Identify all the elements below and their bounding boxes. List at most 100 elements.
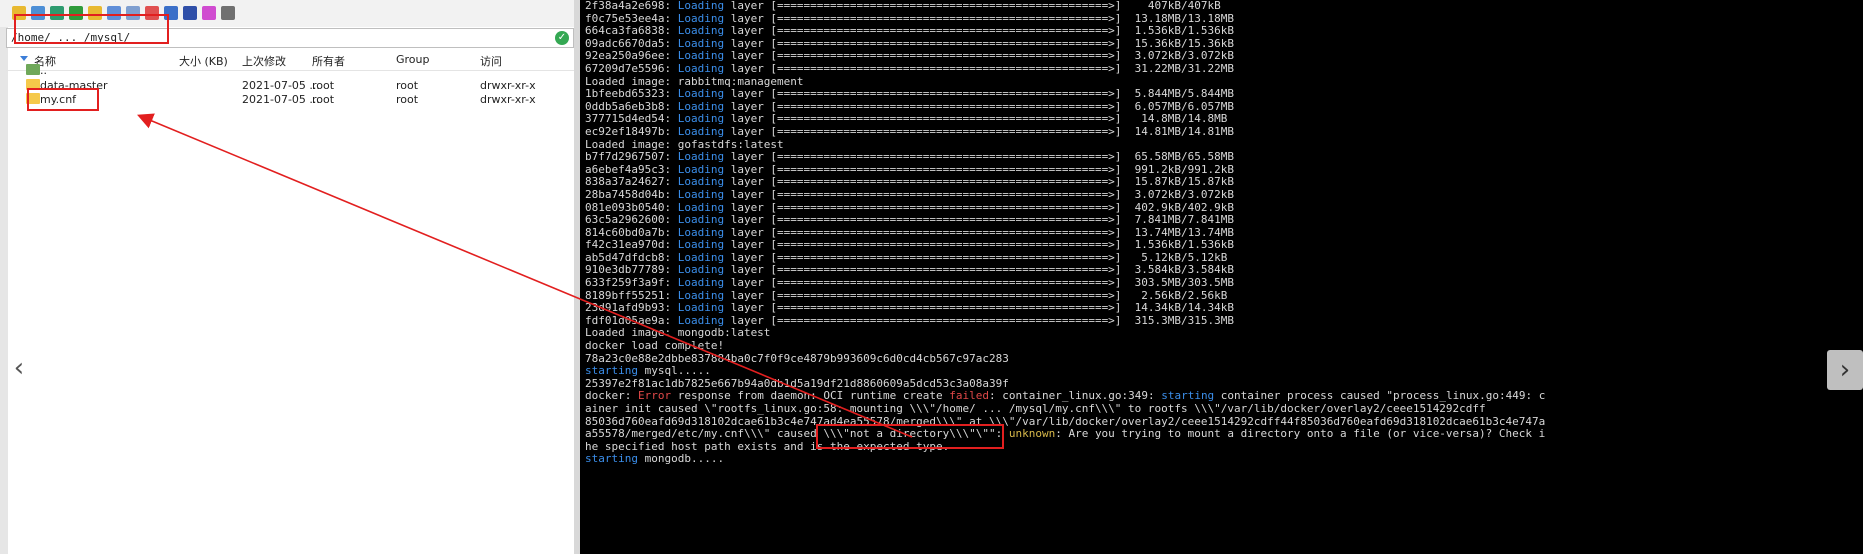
terminal-text: layer [=================================… xyxy=(724,112,1228,126)
terminal-line: he specified host path exists and is the… xyxy=(585,439,1545,454)
terminal-text: layer [=================================… xyxy=(724,187,1235,201)
terminal-text: response from daemon: OCI runtime create xyxy=(671,389,950,403)
folder-icon xyxy=(26,78,40,90)
terminal-text: 8189bff55251: xyxy=(585,288,678,302)
terminal-text: ec92ef18497b: xyxy=(585,124,678,138)
terminal-text: f0c75e53ee4a: xyxy=(585,11,678,25)
terminal-text: unknown xyxy=(1008,427,1056,441)
terminal-text: layer [=================================… xyxy=(724,250,1228,264)
terminal-text: 2f38a4a2e698: xyxy=(585,0,678,12)
terminal-text: Loading xyxy=(677,150,725,164)
terminal-text: starting xyxy=(585,364,638,378)
file-row[interactable]: my.cnf 2021-07-05 ... root root drwxr-xr-x xyxy=(6,92,574,107)
terminal-text: layer [=================================… xyxy=(724,11,1235,25)
file-name: my.cnf xyxy=(40,93,77,106)
new-file-icon[interactable] xyxy=(107,6,121,20)
terminal-text: layer [=================================… xyxy=(724,87,1235,101)
file-group: root xyxy=(396,93,419,106)
next-image-button[interactable]: › xyxy=(1827,350,1863,390)
terminal-text: Loaded image: gofastdfs:latest xyxy=(585,137,784,151)
file-group: root xyxy=(396,78,419,92)
terminal-text: 377715d4ed54: xyxy=(585,112,678,126)
terminal-text: Loading xyxy=(677,124,725,138)
rename-icon[interactable] xyxy=(164,6,178,20)
file-row[interactable]: data-master 2021-07-05 ... root root drwxr-x… xyxy=(6,78,574,93)
terminal-text: Loading xyxy=(677,250,725,264)
terminal-output: 2f38a4a2e698: Loading layer [===========… xyxy=(585,0,1545,466)
terminal-text: layer [=================================… xyxy=(724,150,1235,164)
file-row[interactable]: .. xyxy=(6,63,574,78)
terminal-text: Loading xyxy=(677,11,725,25)
terminal-text: Loading xyxy=(677,263,725,277)
terminal-text: 78a23c0e88e2dbbe837884ba0c7f0f9ce4879b99… xyxy=(585,351,1009,365)
copy-icon[interactable] xyxy=(126,6,140,20)
parent-folder-icon xyxy=(26,64,40,75)
file-modified: 2021-07-05 ... xyxy=(242,93,320,106)
terminal-text: docker: xyxy=(585,389,638,403)
prev-image-button[interactable]: ‹ xyxy=(8,350,30,386)
terminal-text: Loaded image: rabbitmq:management xyxy=(585,74,804,88)
terminal-text: Loading xyxy=(677,0,725,12)
file-modified: 2021-07-05 ... xyxy=(242,78,320,92)
terminal-line: starting mongodb..... xyxy=(585,453,1545,466)
terminal-text: 85036d760eafd69d318102dcae61b3c4e747ad4e… xyxy=(585,414,1546,428)
terminal-panel[interactable]: 2f38a4a2e698: Loading layer [===========… xyxy=(580,0,1863,554)
terminal-text: a55578/merged/etc/my.cnf\\\" caused \\\"… xyxy=(585,427,1009,441)
terminal-text: Loading xyxy=(677,112,725,126)
terminal-text: 081e093b0540: xyxy=(585,200,678,214)
terminal-text: layer [=================================… xyxy=(724,238,1235,252)
terminal-text: 814c60bd0a7b: xyxy=(585,225,678,239)
terminal-text: : Are you trying to mount a directory on… xyxy=(1055,427,1546,441)
terminal-text: layer [=================================… xyxy=(724,162,1235,176)
new-folder-icon[interactable] xyxy=(88,6,102,20)
terminal-text: 910e3db77789: xyxy=(585,263,678,277)
terminal-text: Loading xyxy=(677,49,725,63)
edit-icon[interactable] xyxy=(202,6,216,20)
terminal-text: Loading xyxy=(677,162,725,176)
terminal-text: layer [=================================… xyxy=(724,213,1235,227)
terminal-text: a6ebef4a95c3: xyxy=(585,162,678,176)
folder-open-icon[interactable] xyxy=(12,6,26,20)
terminal-text: Loading xyxy=(677,36,725,50)
terminal-text: 67209d7e5596: xyxy=(585,61,678,75)
path-ok-icon[interactable]: ✓ xyxy=(555,31,569,45)
terminal-text: Loading xyxy=(677,301,725,315)
terminal-line: 78a23c0e88e2dbbe837884ba0c7f0f9ce4879b99… xyxy=(585,351,1545,366)
terminal-text: 633f259f3a9f: xyxy=(585,276,678,290)
terminal-text: layer [=================================… xyxy=(724,124,1235,138)
terminal-text: Loading xyxy=(677,87,725,101)
terminal-text: Loading xyxy=(677,175,725,189)
terminal-icon[interactable] xyxy=(221,6,235,20)
terminal-text: Loading xyxy=(677,276,725,290)
upload-icon[interactable] xyxy=(50,6,64,20)
terminal-text: 838a37a24627: xyxy=(585,175,678,189)
terminal-text: container process caused "process_linux.… xyxy=(1214,389,1546,403)
terminal-text: 92ea250a96ee: xyxy=(585,49,678,63)
delete-icon[interactable] xyxy=(145,6,159,20)
terminal-text: layer [=================================… xyxy=(724,225,1235,239)
terminal-text: 09adc6670da5: xyxy=(585,36,678,50)
terminal-text: 63c5a2962600: xyxy=(585,213,678,227)
terminal-text: layer [=================================… xyxy=(724,276,1235,290)
terminal-text: Loading xyxy=(677,61,725,75)
terminal-line: Loaded image: mongodb:latest xyxy=(585,327,1545,340)
terminal-text: : container_linux.go:349: xyxy=(989,389,1162,403)
terminal-text: he specified host path exists and is the… xyxy=(585,439,950,453)
terminal-text: layer [=================================… xyxy=(724,313,1235,327)
refresh-icon[interactable] xyxy=(69,6,83,20)
path-input[interactable]: /home/ ... /mysql/ ✓ xyxy=(6,28,574,48)
file-access: drwxr-xr-x xyxy=(480,93,536,106)
terminal-text: layer [=================================… xyxy=(724,99,1235,113)
terminal-text: Loading xyxy=(677,187,725,201)
file-manager-panel: /home/ ... /mysql/ ✓ 名称 大小 (KB) 上次修改 所有者… xyxy=(0,0,574,554)
terminal-text: layer [=================================… xyxy=(724,263,1235,277)
properties-icon[interactable] xyxy=(183,6,197,20)
terminal-text: layer [=================================… xyxy=(724,36,1235,50)
download-icon[interactable] xyxy=(31,6,45,20)
terminal-text: Loading xyxy=(677,288,725,302)
folder-icon xyxy=(26,93,40,104)
terminal-text: 0ddb5a6eb3b8: xyxy=(585,99,678,113)
terminal-text: 25397e2f81ac1db7825e667b94a0db1d5a19df21… xyxy=(585,376,1009,390)
terminal-text: mongodb..... xyxy=(637,452,725,466)
terminal-text: docker load complete! xyxy=(585,339,725,353)
